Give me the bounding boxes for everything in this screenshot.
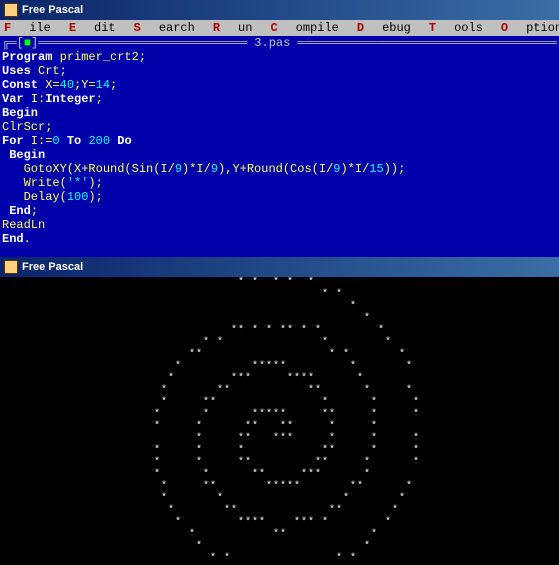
- app-icon: [4, 260, 18, 274]
- menu-options[interactable]: Options: [501, 21, 559, 35]
- menu-file[interactable]: File: [4, 21, 51, 35]
- editor-frame-top: ╔═[■]═════════════════════════════ 3.pas…: [0, 36, 559, 50]
- editor-pane[interactable]: ╔═[■]═════════════════════════════ 3.pas…: [0, 36, 559, 257]
- filename: 3.pas: [254, 36, 290, 50]
- app-icon: [4, 3, 18, 17]
- menu-tools[interactable]: Tools: [429, 21, 483, 35]
- code-area[interactable]: Program primer_crt2; Uses Crt; Const X=4…: [0, 50, 559, 246]
- menu-search[interactable]: Search: [134, 21, 195, 35]
- titlebar-console[interactable]: Free Pascal: [0, 257, 559, 277]
- window-title: Free Pascal: [22, 4, 83, 16]
- window-title-console: Free Pascal: [22, 261, 83, 273]
- menu-edit[interactable]: Edit: [69, 21, 116, 35]
- menu-run[interactable]: Run: [213, 21, 253, 35]
- menu-compile[interactable]: Compile: [270, 21, 338, 35]
- titlebar-ide[interactable]: Free Pascal: [0, 0, 559, 20]
- console-output: * * * * * * * *: [0, 277, 559, 565]
- menu-debug[interactable]: Debug: [357, 21, 411, 35]
- menubar: File Edit Search Run Compile Debug Tools…: [0, 20, 559, 36]
